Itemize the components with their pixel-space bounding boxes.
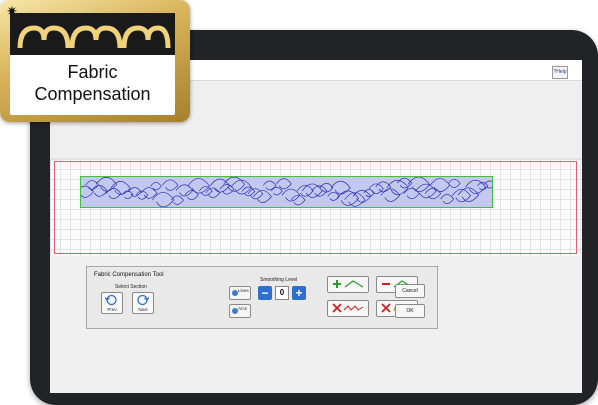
hearts-logo-icon [17,25,171,49]
stitch-loop [375,181,392,193]
prev-label: Prev [107,307,117,312]
stitch-loop [85,180,100,190]
badge-title-line2: Compensation [34,84,151,104]
stitch-loop [81,185,94,198]
prev-arrow-icon [105,294,117,306]
stitch-loop [205,187,221,198]
arcs-button[interactable]: Arcs [229,304,251,318]
stitch-loop [429,178,451,192]
ok-button[interactable]: OK [395,304,425,318]
help-label: Help [556,69,567,75]
stitch-loop [336,190,359,206]
arcs-label: Arcs [238,306,247,311]
panel-title: Fabric Compensation Tool [94,272,164,278]
stitch-loop [327,191,340,201]
stitch-loop [415,183,437,199]
delete-zigzag-icon [332,303,364,313]
badge-title-line1: Fabric [67,62,118,82]
lines-label: Lines [238,288,249,293]
smoothing-decrease-button[interactable]: − [258,286,272,300]
next-button[interactable]: Next [132,292,154,314]
stitch-loop [199,186,213,196]
delete-zigzag-button[interactable] [327,300,369,317]
fabric-compensation-badge: ✷ Fabric Compensation [0,0,190,122]
stitch-loop [241,186,256,197]
prev-button[interactable]: Prev [101,292,123,314]
stitch-loop [380,188,401,202]
fabric-compensation-panel: Fabric Compensation Tool Select Section … [86,266,438,329]
stitch-loop [457,187,480,202]
stitch-loop [187,178,210,194]
stitch-loop [397,177,413,189]
lines-button[interactable]: Lines [229,286,251,300]
help-button[interactable]: ?Help [552,66,568,79]
stitch-loop [247,188,264,200]
smoothing-value: 0 [275,286,289,300]
add-line-icon [333,280,364,288]
smoothing-increase-button[interactable]: + [292,286,306,300]
stitch-loop [440,194,455,204]
design-canvas[interactable] [50,158,582,257]
stitch-loop [170,195,184,205]
stitch-loop [424,187,442,200]
stitch-loop [447,178,461,188]
next-label: Next [138,307,148,312]
stitch-loop [363,189,375,198]
stitch-loop [253,190,272,203]
quilt-pattern[interactable] [80,176,493,208]
stitch-loop [162,179,179,191]
stitch-loop [368,183,384,194]
stitch-loop [95,177,118,192]
cancel-button[interactable]: Cancel [395,284,425,298]
sparkle-icon: ✷ [6,3,18,19]
stitch-loop [105,188,122,199]
add-line-button[interactable] [327,276,369,293]
quilt-stitch-drawing [81,177,492,207]
smoothing-level-label: Smoothing Level [260,277,298,283]
next-arrow-icon [137,294,149,306]
select-section-label: Select Section [115,284,147,290]
